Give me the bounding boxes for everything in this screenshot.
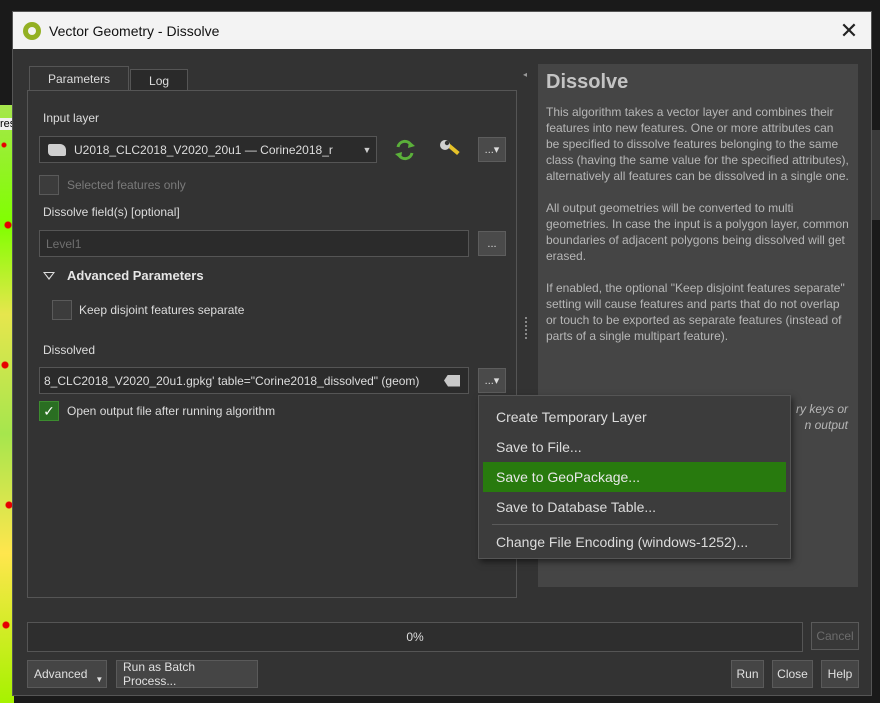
- input-layer-combo[interactable]: U2018_CLC2018_V2020_20u1 — Corine2018_r …: [39, 136, 377, 163]
- help-paragraph-1: This algorithm takes a vector layer and …: [546, 105, 849, 183]
- dissolve-fields-input[interactable]: Level1: [39, 230, 469, 257]
- tab-bar: Parameters Log: [29, 66, 189, 91]
- close-window-button[interactable]: ✕: [827, 12, 871, 49]
- progress-text: 0%: [406, 630, 424, 644]
- close-button[interactable]: Close: [772, 660, 813, 688]
- help-title: Dissolve: [546, 71, 629, 93]
- open-output-label: Open output file after running algorithm: [67, 404, 276, 418]
- progress-bar: 0%: [27, 622, 803, 652]
- tab-log[interactable]: Log: [130, 69, 189, 91]
- checkmark-icon: ✓: [43, 402, 55, 419]
- iterate-features-button[interactable]: [391, 136, 419, 163]
- input-layer-value: U2018_CLC2018_V2020_20u1 — Corine2018_r: [74, 142, 333, 157]
- collapse-arrow-icon[interactable]: ◂: [523, 70, 527, 79]
- run-button[interactable]: Run: [731, 660, 764, 688]
- help-paragraph-2: All output geometries will be converted …: [546, 201, 849, 263]
- collapse-triangle-icon: [43, 271, 55, 280]
- dissolved-output-label: Dissolved: [43, 343, 96, 357]
- output-options-button[interactable]: ...▾: [478, 368, 506, 393]
- selected-only-checkbox[interactable]: [39, 175, 59, 195]
- output-options-menu: Create Temporary Layer Save to File... S…: [478, 395, 791, 559]
- advanced-parameters-toggle[interactable]: Advanced Parameters: [43, 268, 204, 283]
- splitter-handle[interactable]: [525, 317, 528, 339]
- chevron-down-icon: ▼: [95, 674, 104, 684]
- map-layer-label: res: [0, 118, 12, 130]
- advanced-button[interactable]: Advanced ▼: [27, 660, 107, 688]
- help-button[interactable]: Help: [821, 660, 859, 688]
- tab-parameters[interactable]: Parameters: [29, 66, 130, 91]
- cancel-button[interactable]: Cancel: [811, 622, 859, 650]
- clear-icon[interactable]: [444, 374, 460, 387]
- output-destination-field[interactable]: 8_CLC2018_V2020_20u1.gpkg' table="Corine…: [39, 367, 469, 394]
- refresh-icon: [395, 139, 415, 160]
- menu-item-save-to-database[interactable]: Save to Database Table...: [483, 492, 786, 522]
- output-destination-value: 8_CLC2018_V2020_20u1.gpkg' table="Corine…: [44, 373, 420, 388]
- dissolve-dialog: Vector Geometry - Dissolve ✕ Parameters …: [12, 11, 872, 696]
- menu-separator: [492, 524, 778, 525]
- wrench-icon: [440, 139, 460, 155]
- input-layer-options-button[interactable]: ...▾: [478, 137, 506, 162]
- title-bar: Vector Geometry - Dissolve ✕: [13, 12, 871, 49]
- input-layer-label: Input layer: [43, 111, 100, 125]
- menu-item-save-to-geopackage[interactable]: Save to GeoPackage...: [483, 462, 786, 492]
- advanced-options-wrench-button[interactable]: [436, 136, 464, 163]
- keep-disjoint-label: Keep disjoint features separate: [79, 303, 245, 317]
- menu-item-temporary-layer[interactable]: Create Temporary Layer: [483, 402, 786, 432]
- parameters-panel: [27, 90, 517, 598]
- advanced-button-label: Advanced: [34, 667, 88, 681]
- dissolve-fields-label: Dissolve field(s) [optional]: [43, 205, 180, 219]
- chevron-down-icon: ▼: [362, 144, 372, 155]
- help-paragraph-3: If enabled, the optional "Keep disjoint …: [546, 281, 845, 343]
- menu-item-change-encoding[interactable]: Change File Encoding (windows-1252)...: [483, 527, 786, 557]
- qgis-logo-icon: [23, 21, 41, 40]
- keep-disjoint-checkbox[interactable]: [52, 300, 72, 320]
- dissolve-fields-button[interactable]: ...: [478, 231, 506, 256]
- advanced-parameters-label: Advanced Parameters: [67, 268, 204, 283]
- menu-item-save-to-file[interactable]: Save to File...: [483, 432, 786, 462]
- window-title: Vector Geometry - Dissolve: [49, 22, 220, 39]
- polygon-layer-icon: [48, 143, 66, 156]
- selected-only-label: Selected features only: [67, 178, 186, 192]
- batch-process-button[interactable]: Run as Batch Process...: [116, 660, 258, 688]
- open-output-checkbox[interactable]: ✓: [39, 401, 59, 421]
